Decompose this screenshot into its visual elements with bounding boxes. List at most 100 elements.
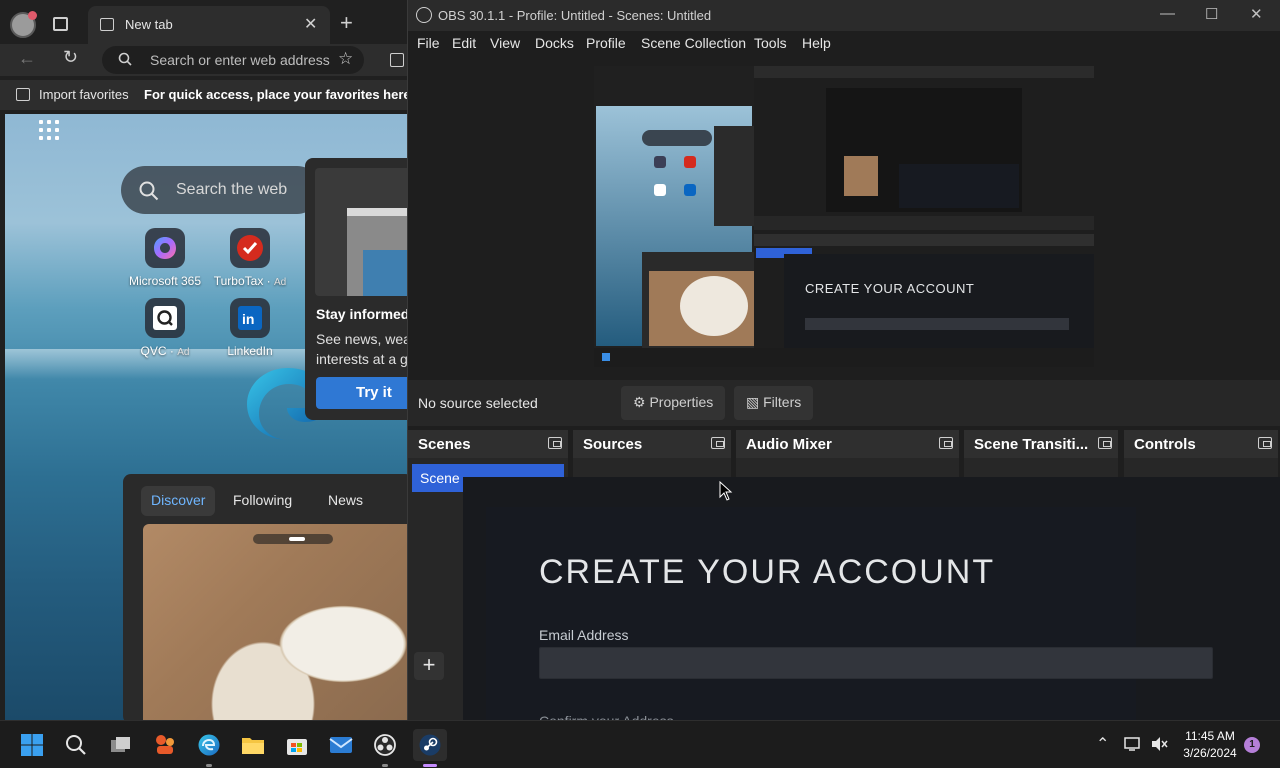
tab-title: New tab <box>125 17 173 32</box>
tab-actions-icon[interactable] <box>53 17 68 31</box>
menu-docks[interactable]: Docks <box>535 35 574 51</box>
steam-icon <box>419 734 441 756</box>
taskbar-app-store[interactable] <box>281 729 313 761</box>
linkedin-icon: in <box>230 298 270 338</box>
email-field[interactable] <box>539 647 1213 679</box>
system-clock[interactable]: 11:45 AM 3/26/2024 <box>1175 728 1245 762</box>
folder-icon <box>242 738 264 754</box>
import-favorites-icon <box>16 88 30 101</box>
carousel-dots[interactable] <box>253 534 333 544</box>
filters-icon: ▧ <box>746 394 760 410</box>
obs-titlebar: OBS 30.1.1 - Profile: Untitled - Scenes:… <box>408 0 1280 31</box>
taskbar-app-mail[interactable] <box>325 729 357 761</box>
menu-file[interactable]: File <box>417 35 440 51</box>
sources-dock-title: Sources <box>583 436 643 453</box>
app-launcher-icon[interactable] <box>39 120 59 140</box>
quick-link-linkedin[interactable]: in LinkedIn <box>210 298 290 368</box>
filters-button[interactable]: ▧ Filters <box>734 386 814 420</box>
mail-icon <box>329 737 353 753</box>
taskbar-app-edge[interactable] <box>193 729 225 767</box>
qvc-icon <box>145 298 185 338</box>
back-icon[interactable]: ← <box>18 48 36 69</box>
try-it-label: Try it <box>356 384 392 401</box>
menu-tools[interactable]: Tools <box>754 35 787 51</box>
add-scene-button[interactable]: + <box>414 652 444 680</box>
obs-preview-canvas[interactable]: CREATE YOUR ACCOUNT <box>594 66 1094 367</box>
web-search-box[interactable]: Search the web <box>121 166 321 214</box>
menu-edit[interactable]: Edit <box>452 35 476 51</box>
undock-icon[interactable] <box>939 437 953 449</box>
refresh-icon[interactable]: ↻ <box>63 47 78 68</box>
favorite-star-icon[interactable]: ☆ <box>338 49 353 69</box>
taskbar-app-chat[interactable] <box>149 729 181 761</box>
obs-logo-icon <box>416 7 432 23</box>
taskbar: ⌃ 11:45 AM 3/26/2024 1 <box>0 720 1280 768</box>
tile-label: LinkedIn <box>227 344 273 358</box>
microsoft-365-icon <box>145 228 185 268</box>
promo-title: Stay informed <box>316 306 408 322</box>
undock-icon[interactable] <box>548 437 562 449</box>
network-icon[interactable] <box>1124 736 1142 752</box>
feed-article-image[interactable] <box>143 524 408 720</box>
chevron-up-icon[interactable]: ⌃ <box>1096 734 1109 754</box>
tab-news[interactable]: News <box>318 486 373 516</box>
address-placeholder: Search or enter web address <box>150 52 330 68</box>
undock-icon[interactable] <box>711 437 725 449</box>
scenes-dock-title: Scenes <box>418 436 471 453</box>
tab-discover[interactable]: Discover <box>141 486 216 516</box>
tab-strip: New tab ✕ + <box>0 0 408 48</box>
web-search-placeholder: Search the web <box>176 181 288 198</box>
undock-icon[interactable] <box>1258 437 1272 449</box>
menu-profile[interactable]: Profile <box>586 35 626 51</box>
taskbar-app-obs[interactable] <box>369 729 401 767</box>
edge-icon <box>198 734 220 756</box>
quick-link-turbotax[interactable]: TurboTax · Ad <box>210 228 290 298</box>
close-tab-icon[interactable]: ✕ <box>304 14 317 34</box>
address-bar[interactable]: Search or enter web address ☆ <box>102 46 364 74</box>
try-it-button[interactable]: Try it <box>316 377 408 409</box>
menu-scene-collection[interactable]: Scene Collection <box>641 35 746 51</box>
maximize-icon[interactable]: ☐ <box>1205 5 1218 23</box>
notification-badge[interactable]: 1 <box>1244 737 1260 753</box>
start-button[interactable] <box>16 729 48 761</box>
new-tab-page-icon <box>100 18 114 31</box>
browser-window: New tab ✕ + ← ↻ Search or enter web addr… <box>0 0 408 720</box>
properties-button[interactable]: ⚙ Properties <box>621 386 726 420</box>
quick-link-microsoft-365[interactable]: Microsoft 365 <box>125 228 205 298</box>
task-view-button[interactable] <box>105 729 137 761</box>
steam-signup-window: CREATE YOUR ACCOUNT Email Address Confir… <box>463 477 1280 729</box>
browser-tab[interactable]: New tab ✕ <box>88 6 330 44</box>
plus-icon: + <box>422 652 436 677</box>
scene-name: Scene <box>420 470 460 486</box>
scene-transitions-dock-title: Scene Transiti... <box>974 436 1089 453</box>
favorites-bar: Import favorites For quick access, place… <box>0 80 408 110</box>
close-icon[interactable]: ✕ <box>1250 5 1263 23</box>
running-indicator <box>382 764 388 767</box>
ad-badge: Ad <box>177 347 190 358</box>
undock-icon[interactable] <box>1098 437 1112 449</box>
taskbar-search-button[interactable] <box>60 729 92 761</box>
tile-label: TurboTax <box>213 274 264 288</box>
scenes-dock-header: Scenes <box>408 430 568 458</box>
volume-icon[interactable] <box>1150 736 1168 752</box>
store-icon <box>287 739 307 755</box>
minimize-icon[interactable]: — <box>1160 5 1175 22</box>
new-tab-button[interactable]: + <box>340 10 353 36</box>
tab-following[interactable]: Following <box>223 486 302 516</box>
ad-badge: Ad <box>274 277 287 288</box>
menu-help[interactable]: Help <box>802 35 831 51</box>
controls-dock-header: Controls <box>1124 430 1278 458</box>
quick-link-qvc[interactable]: QVC · Ad <box>125 298 205 368</box>
signup-panel <box>486 507 1136 720</box>
menu-view[interactable]: View <box>490 35 520 51</box>
obs-icon <box>374 734 396 756</box>
taskbar-app-explorer[interactable] <box>237 729 269 761</box>
import-favorites-link[interactable]: Import favorites <box>39 87 129 102</box>
new-tab-page: Search the web Microsoft 365 TurboTax · … <box>5 114 408 720</box>
controls-dock-title: Controls <box>1134 436 1196 453</box>
taskbar-app-steam[interactable] <box>413 729 447 767</box>
turbotax-icon <box>230 228 270 268</box>
split-screen-icon[interactable] <box>390 53 404 67</box>
profile-avatar[interactable] <box>10 11 37 38</box>
svg-text:in: in <box>242 311 254 327</box>
